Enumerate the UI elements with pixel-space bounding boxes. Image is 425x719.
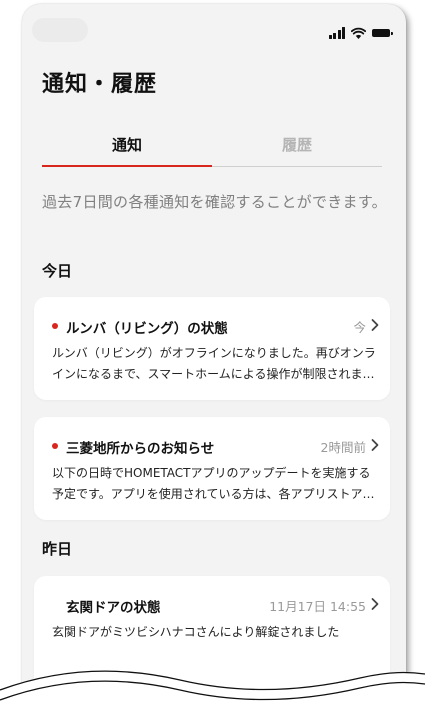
signal-icon (328, 27, 345, 39)
notification-body: 以下の日時でHOMETACTアプリのアップデートを実施する予定です。アプリを使用… (52, 466, 375, 501)
notification-body: 玄関ドアがミツビシハナコさんにより解錠されました (52, 625, 340, 639)
active-tab-indicator (42, 165, 212, 167)
tab-notifications[interactable]: 通知 (42, 122, 212, 166)
status-bar-pill (32, 18, 88, 42)
tab-bar: 通知 履歴 (42, 122, 382, 168)
notification-title: 玄関ドアの状態 (66, 600, 161, 616)
notification-time: 今 (353, 320, 366, 335)
battery-icon (372, 29, 393, 37)
notification-card[interactable]: 三菱地所からのお知らせ 2時間前 以下の日時でHOMETACTアプリのアップデー… (34, 417, 390, 520)
notification-card[interactable]: ルンバ（リビング）の状態 今 ルンバ（リビング）がオフラインになりました。再びオ… (34, 297, 390, 400)
section-label-today: 今日 (42, 262, 73, 280)
unread-indicator (52, 323, 58, 329)
chevron-right-icon (371, 319, 379, 331)
notification-title: 三菱地所からのお知らせ (66, 441, 215, 457)
page-description: 過去7日間の各種通知を確認することができます。 (42, 193, 387, 211)
chevron-right-icon (371, 439, 379, 451)
page-title: 通知・履歴 (42, 72, 158, 97)
wifi-icon (351, 27, 366, 39)
torn-edge (0, 670, 425, 719)
notification-title: ルンバ（リビング）の状態 (66, 321, 228, 337)
unread-indicator (52, 443, 58, 449)
section-label-yesterday: 昨日 (42, 540, 73, 558)
tab-history[interactable]: 履歴 (212, 122, 382, 166)
chevron-right-icon (371, 598, 379, 610)
notification-body: ルンバ（リビング）がオフラインになりました。再びオンラインになるまで、スマートホ… (52, 346, 376, 381)
notification-time: 11月17日 14:55 (269, 599, 366, 614)
status-bar-icons (328, 27, 393, 39)
notification-time: 2時間前 (320, 440, 366, 455)
tab-divider (212, 166, 382, 167)
phone-screen: 通知・履歴 通知 履歴 過去7日間の各種通知を確認することができます。 今日 ル… (22, 4, 406, 704)
